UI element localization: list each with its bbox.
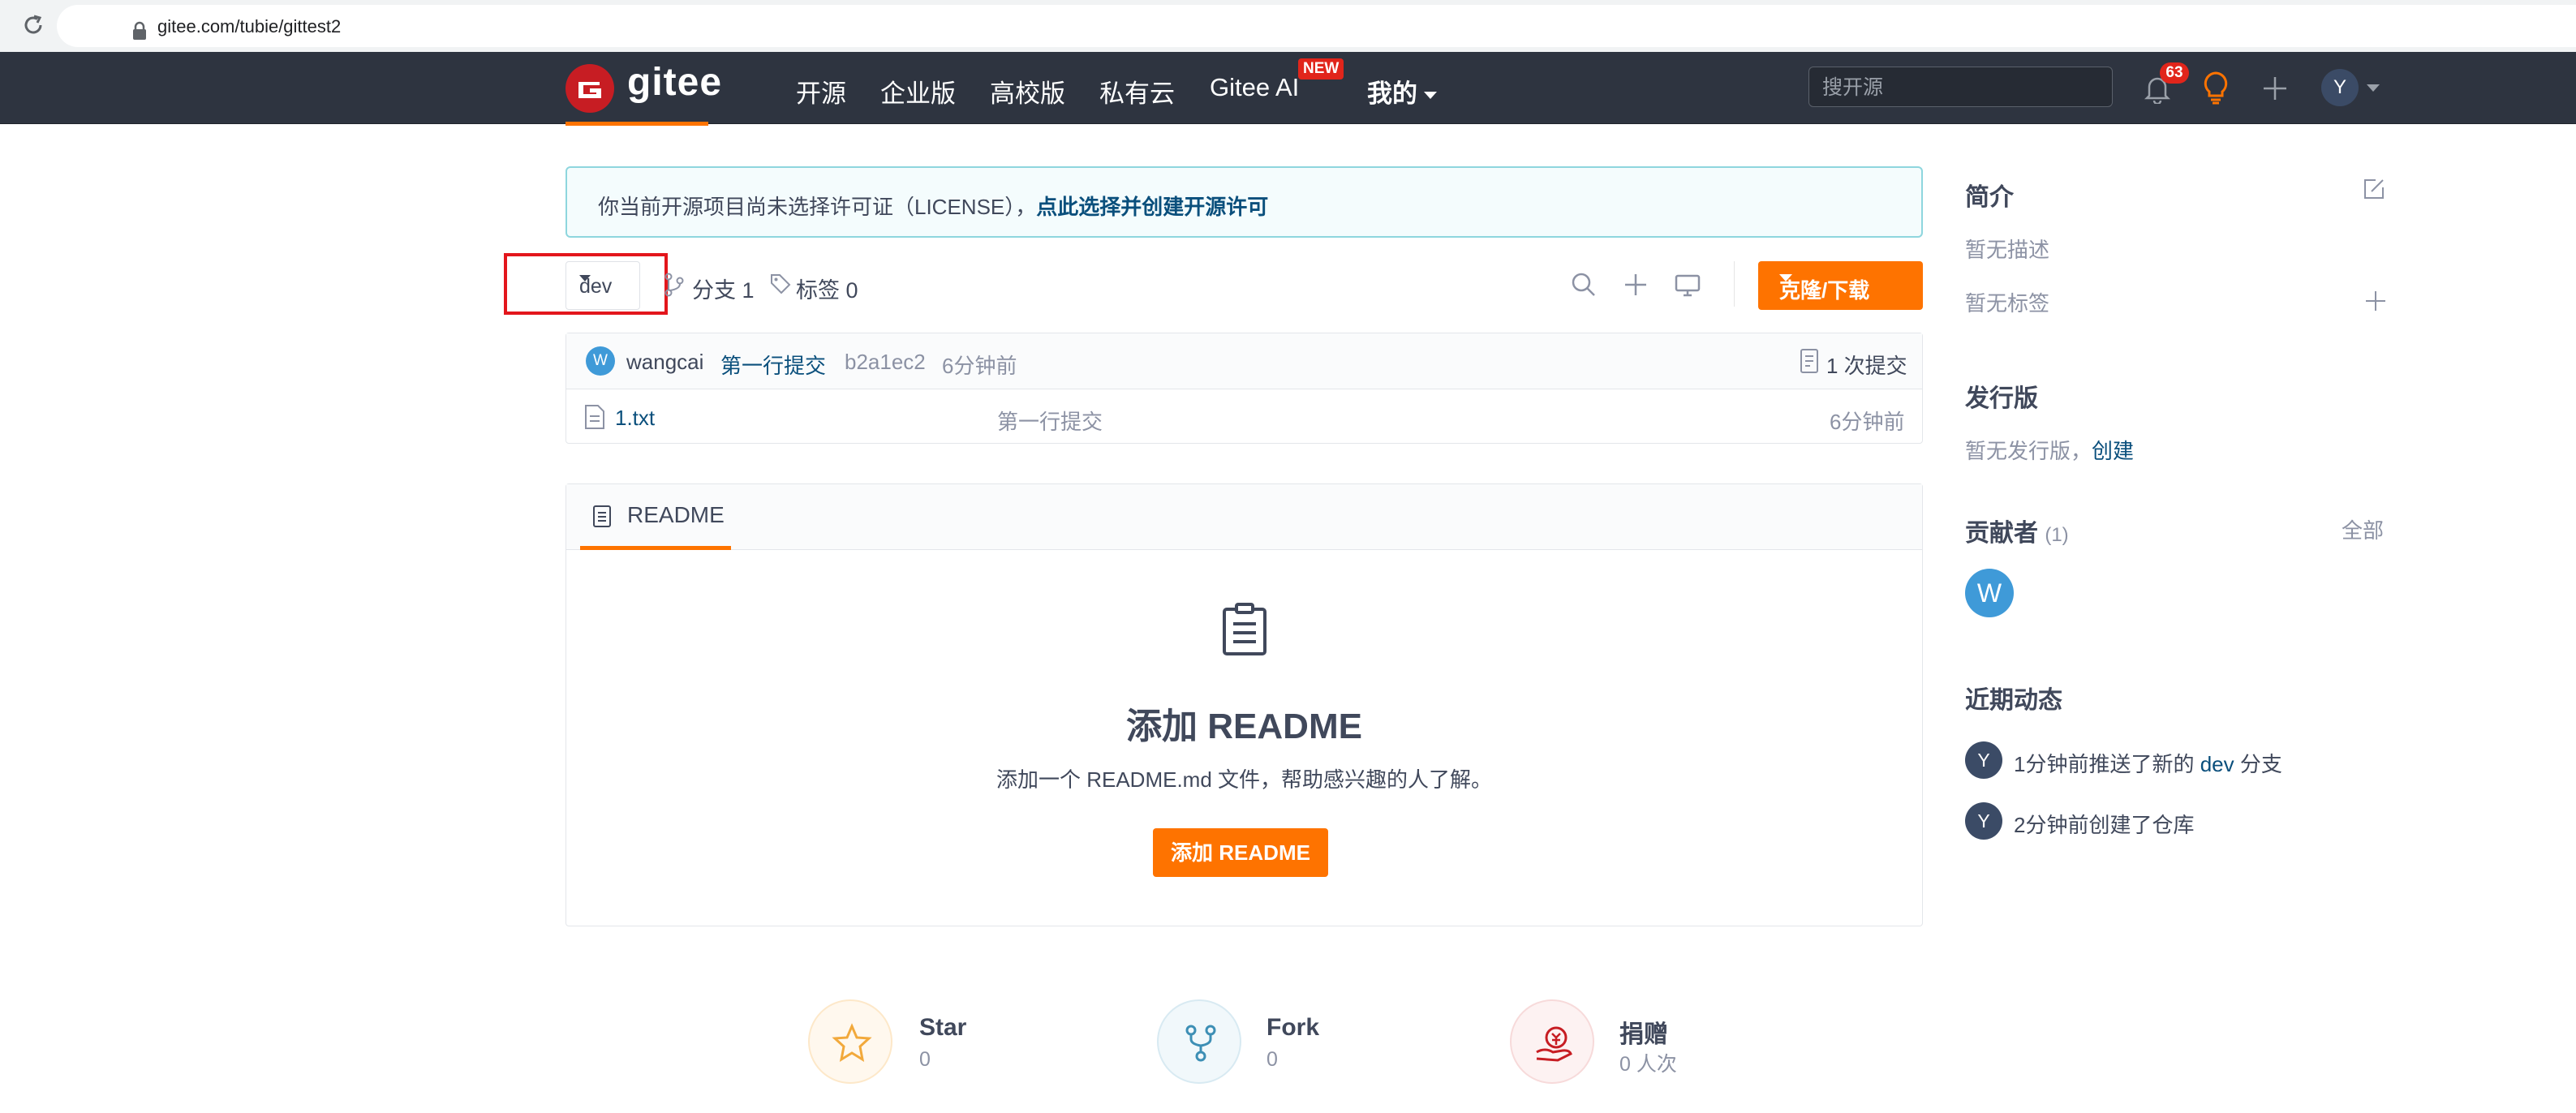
edit-icon[interactable] [2362,177,2386,201]
star-button[interactable] [808,999,892,1084]
commit-hash[interactable]: b2a1ec2 [845,350,926,375]
activity-branch-link[interactable]: dev [2200,752,2234,776]
intro-heading: 简介 [1965,184,2014,211]
nav-mine-label: 我的 [1367,80,1417,108]
release-info: 暂无发行版，创建 [1965,435,2134,465]
new-badge: NEW [1298,58,1344,80]
notification-count-badge: 63 [2160,62,2189,84]
contributors-title: 贡献者 [1965,520,2038,547]
lock-icon [133,21,146,40]
branch-count-link[interactable]: 分支 1 [692,273,755,304]
search-box[interactable] [1808,67,2113,107]
star-icon [832,1023,872,1063]
clone-download-label: 克隆/下载 [1779,278,1870,303]
fork-count: 0 [1266,1048,1278,1071]
readme-tabs: README [566,484,1922,550]
license-message: 你当前开源项目尚未选择许可证（LICENSE）， [598,195,1037,219]
plus-icon[interactable] [1622,271,1649,299]
fork-button[interactable] [1157,999,1241,1084]
commit-history-icon [1800,349,1818,373]
search-input[interactable] [1821,75,2100,101]
clone-download-button[interactable]: 克隆/下载 [1758,261,1923,310]
reload-icon[interactable] [21,13,45,37]
readme-icon [593,505,611,527]
activity-avatar[interactable]: Y [1965,802,2002,840]
donate-icon [1536,1026,1572,1062]
star-label[interactable]: Star [919,1014,966,1042]
latest-commit-row: W wangcai 第一行提交 b2a1ec2 6分钟前 1 次提交 [566,333,1922,389]
create-license-link[interactable]: 点此选择并创建开源许可 [1036,195,1268,219]
donate-label[interactable]: 捐赠 [1619,1014,1668,1050]
monitor-icon[interactable] [1674,271,1701,299]
activity-item: 2分钟前创建了仓库 [2014,809,2194,839]
nav-enterprise[interactable]: 企业版 [880,73,956,110]
tag-icon [771,274,791,294]
gitee-logo-icon[interactable] [566,64,614,113]
contributors-count: (1) [2045,524,2069,546]
lightbulb-icon[interactable] [2201,70,2230,105]
nav-gitee-ai[interactable]: Gitee AI [1210,73,1299,102]
release-heading: 发行版 [1965,385,2038,412]
activity-avatar[interactable]: Y [1965,741,2002,779]
file-name[interactable]: 1.txt [615,406,655,431]
create-release-link[interactable]: 创建 [2092,439,2134,463]
activity-text: 1分钟前推送了新的 [2014,752,2200,776]
browser-toolbar: gitee.com/tubie/gittest2 [0,0,2576,53]
user-avatar[interactable]: Y [2321,69,2359,106]
commit-message[interactable]: 第一行提交 [720,350,826,380]
file-icon [585,405,604,429]
address-bar[interactable]: gitee.com/tubie/gittest2 [57,5,2576,47]
add-readme-button[interactable]: 添加 README [1153,828,1328,877]
contributors-all-link[interactable]: 全部 [2342,514,2384,544]
activity-text: 2分钟前创建了仓库 [2014,813,2195,837]
intro-tags: 暂无标签 [1965,291,2050,316]
search-icon[interactable] [1570,271,1598,299]
tab-readme[interactable]: README [627,502,725,528]
fork-label[interactable]: Fork [1266,1014,1319,1042]
nav-private-cloud[interactable]: 私有云 [1099,73,1175,110]
nav-open-source[interactable]: 开源 [796,73,846,110]
nav-education[interactable]: 高校版 [990,73,1065,110]
url-text: gitee.com/tubie/gittest2 [157,16,342,37]
tab-active-underline [580,546,731,550]
tag-count-link[interactable]: 标签 0 [796,273,858,304]
readme-panel: README 添加 README 添加一个 README.md 文件，帮助感兴趣… [566,483,1923,926]
readme-empty-title: 添加 README [1126,707,1362,746]
license-notice-text: 你当前开源项目尚未选择许可证（LICENSE），点此选择并创建开源许可 [598,191,1268,221]
release-empty-text: 暂无发行版， [1965,439,2092,463]
file-list: W wangcai 第一行提交 b2a1ec2 6分钟前 1 次提交 1.txt… [566,333,1923,444]
activity-heading: 近期动态 [1965,687,2062,714]
author-avatar[interactable]: W [586,346,615,376]
license-notice: 你当前开源项目尚未选择许可证（LICENSE），点此选择并创建开源许可 [566,166,1923,238]
contributor-avatar[interactable]: W [1965,569,2014,617]
activity-item: 1分钟前推送了新的 dev 分支 [2014,748,2282,778]
logo-active-underline [566,122,708,126]
star-count: 0 [919,1048,931,1071]
toolbar-divider [1734,261,1735,307]
site-header: gitee 开源 企业版 高校版 私有云 Gitee AI NEW 我的 63 … [0,52,2576,124]
document-icon [1223,603,1266,655]
nav-mine[interactable]: 我的 [1367,73,1437,110]
donate-count: 0 人次 [1619,1053,1677,1076]
plus-icon[interactable] [2363,289,2388,313]
chevron-down-icon [1424,92,1437,100]
fork-icon [1185,1025,1216,1062]
readme-empty-description: 添加一个 README.md 文件，帮助感兴趣的人了解。 [996,767,1493,792]
plus-icon[interactable] [2261,75,2289,102]
donate-button[interactable] [1510,999,1594,1084]
chevron-down-icon[interactable] [2367,84,2380,92]
file-commit-time: 6分钟前 [1830,410,1905,434]
file-commit-message[interactable]: 第一行提交 [997,406,1103,436]
branch-icon [664,273,684,297]
commit-count-link[interactable]: 1 次提交 [1826,350,1907,380]
logo-text[interactable]: gitee [627,60,722,105]
commit-author[interactable]: wangcai [626,350,703,375]
contributors-heading: 贡献者 (1) [1965,513,2069,548]
annotation-highlight-box [504,253,668,315]
activity-text-suffix: 分支 [2234,752,2282,776]
chevron-down-icon [1779,274,1792,281]
file-row[interactable]: 1.txt 第一行提交 6分钟前 [566,389,1922,444]
intro-description: 暂无描述 [1965,238,2050,262]
commit-time: 6分钟前 [942,354,1017,378]
